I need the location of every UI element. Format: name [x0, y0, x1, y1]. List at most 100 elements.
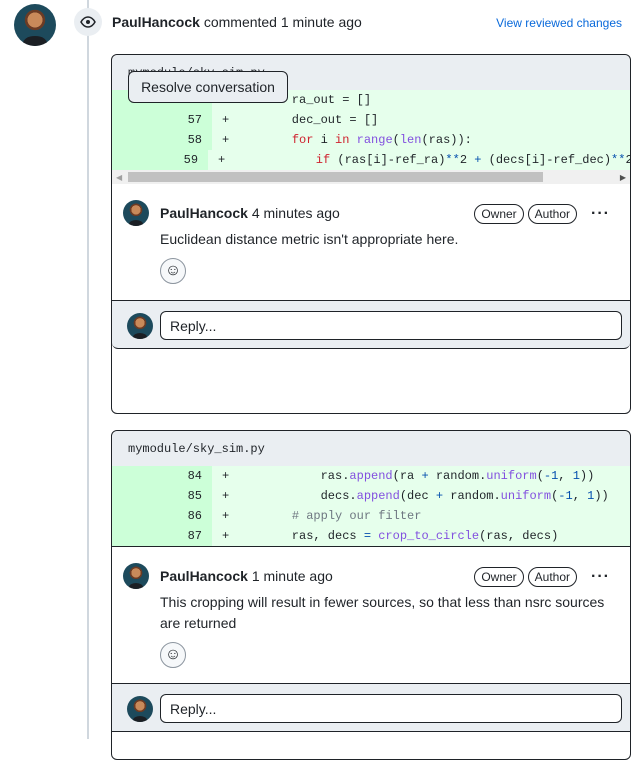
code-token: ras, decs	[263, 529, 364, 543]
code-token: uniform	[500, 489, 552, 503]
code-token: crop_to_circle	[378, 529, 480, 543]
added-marker: +	[222, 509, 230, 523]
diff-line: 87 + ras, decs = crop_to_circle(ras, decs…	[112, 526, 630, 546]
diff-line: 84 + ras.append(ra + random.uniform(-1, 1…	[112, 466, 630, 486]
diff-line: 85 + decs.append(dec + random.uniform(-1,…	[112, 486, 630, 506]
author-link[interactable]: PaulHancock	[112, 14, 200, 30]
code-token: for	[291, 133, 314, 147]
review-comment: PaulHancock 4 minutes ago Owner Author ···…	[112, 184, 630, 301]
view-reviewed-changes-link[interactable]: View reviewed changes	[496, 16, 622, 30]
smiley-icon: ☺	[164, 262, 182, 279]
code-token: ))	[594, 489, 609, 503]
added-marker: +	[222, 133, 230, 147]
review-thread: mymodule/sky_sim.py 56+ ra_out = []57+ d…	[111, 54, 631, 414]
code-token: len	[399, 133, 422, 147]
comment-body: Euclidean distance metric isn't appropri…	[160, 231, 459, 247]
line-number[interactable]: 87	[112, 526, 212, 546]
resolve-conversation-button[interactable]: Resolve conversation	[128, 71, 288, 103]
added-marker: +	[222, 489, 230, 503]
line-number[interactable]: 58	[112, 130, 212, 150]
line-number[interactable]: 57	[112, 110, 212, 130]
author-badge: Author	[527, 204, 578, 224]
line-number[interactable]: 59	[112, 150, 209, 170]
code-token: (ras, decs)	[479, 529, 559, 543]
avatar[interactable]	[123, 563, 149, 589]
more-options-icon[interactable]: ···	[591, 569, 610, 585]
code-token: append	[356, 489, 400, 503]
code-token: -1	[558, 489, 573, 503]
reply-input[interactable]	[160, 311, 622, 340]
code-token: uniform	[486, 469, 537, 483]
file-path[interactable]: mymodule/sky_sim.py	[112, 431, 630, 466]
code-token: 2	[459, 153, 475, 167]
diff-line: 57 + dec_out = []	[112, 110, 630, 130]
add-reaction-button[interactable]: ☺	[160, 258, 186, 284]
timeline-line	[87, 0, 89, 739]
code-text: # apply our filter	[242, 506, 422, 526]
scroll-right-icon[interactable]: ▶	[620, 173, 626, 182]
comment-body: This cropping will result in fewer sourc…	[160, 594, 605, 631]
avatar[interactable]	[14, 4, 56, 46]
code-token: (dec	[399, 489, 436, 503]
reply-input[interactable]	[160, 694, 622, 723]
line-number[interactable]: 85	[112, 486, 212, 506]
code-token: in	[335, 133, 350, 147]
diff-line: 86 + # apply our filter	[112, 506, 630, 526]
code-token: (ras[i]-ref_ra)	[330, 153, 446, 167]
code-token: if	[315, 153, 331, 167]
code-token: dec_out = []	[263, 113, 379, 127]
comment-time[interactable]: 1 minute ago	[252, 568, 333, 584]
code-token: # apply our filter	[291, 509, 422, 523]
comment-author[interactable]: PaulHancock	[160, 568, 248, 584]
review-thread: mymodule/sky_sim.py 84 + ras.append(ra + …	[111, 430, 631, 760]
code-token: +	[435, 489, 444, 503]
code-token: append	[349, 469, 393, 483]
code-token: 1	[572, 469, 580, 483]
diff-line: 59 + if (ras[i]-ref_ra)**2 + (decs[i]-ref…	[112, 150, 630, 170]
more-options-icon[interactable]: ···	[591, 206, 610, 222]
code-text: for i in range(len(ras)):	[242, 130, 472, 150]
avatar[interactable]	[123, 200, 149, 226]
code-token: ,	[558, 469, 573, 483]
code-token: =	[363, 529, 372, 543]
scroll-left-icon[interactable]: ◀	[116, 173, 122, 182]
code-token: (ra	[392, 469, 422, 483]
code-text: if (ras[i]-ref_ra)**2 + (decs[i]-ref_dec…	[237, 150, 630, 170]
smiley-icon: ☺	[164, 646, 182, 663]
code-token: (	[392, 133, 400, 147]
code-token: +	[421, 469, 429, 483]
add-reaction-button[interactable]: ☺	[160, 642, 186, 668]
owner-badge: Owner	[474, 204, 524, 224]
scrollbar-thumb[interactable]	[128, 172, 543, 182]
review-header: PaulHancock commented 1 minute ago	[112, 14, 362, 30]
comment-author[interactable]: PaulHancock	[160, 205, 248, 221]
added-marker: +	[222, 469, 230, 483]
header-action: commented 1 minute ago	[203, 14, 362, 30]
code-text: ras, decs = crop_to_circle(ras, decs)	[242, 526, 558, 546]
code-token: -1	[543, 469, 559, 483]
owner-badge: Owner	[474, 567, 524, 587]
code-token: ras.	[263, 469, 350, 483]
code-text: decs.append(dec + random.uniform(-1, 1))	[242, 486, 609, 506]
diff-line: 58 + for i in range(len(ras)):	[112, 130, 630, 150]
code-token: random.	[443, 489, 501, 503]
code-token: ,	[572, 489, 588, 503]
added-marker: +	[222, 113, 230, 127]
avatar	[127, 313, 153, 339]
code-token: random.	[428, 469, 487, 483]
line-number[interactable]: 84	[112, 466, 212, 486]
eye-icon	[74, 8, 102, 36]
comment-time[interactable]: 4 minutes ago	[252, 205, 340, 221]
added-marker: +	[222, 529, 230, 543]
horizontal-scrollbar[interactable]: ◀ ▶	[112, 170, 630, 184]
code-token: **	[611, 153, 626, 167]
code-token: (decs[i]-ref_dec)	[481, 153, 612, 167]
line-number[interactable]: 86	[112, 506, 212, 526]
code-token: (	[536, 469, 544, 483]
code-text: ras.append(ra + random.uniform(-1, 1))	[242, 466, 595, 486]
author-badge: Author	[527, 567, 578, 587]
code-token: 2	[625, 153, 630, 167]
